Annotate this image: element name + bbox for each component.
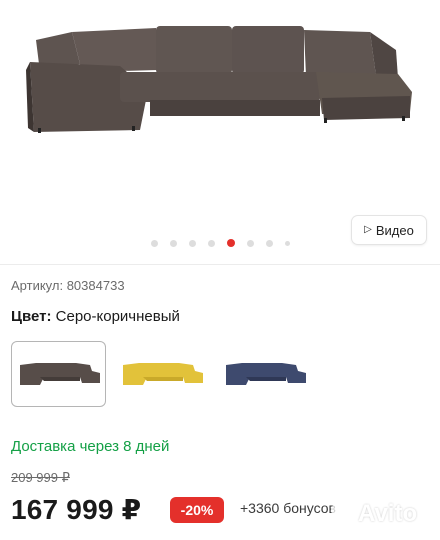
- sku-line: Артикул: 80384733: [11, 278, 125, 293]
- color-swatch-yellow[interactable]: [114, 341, 209, 407]
- pagination-dot[interactable]: [207, 239, 215, 247]
- avito-logo-icon: [331, 504, 352, 524]
- pagination-dot[interactable]: [150, 239, 158, 247]
- product-gallery[interactable]: ▷ Видео: [0, 0, 440, 262]
- pagination-dot-active[interactable]: [226, 239, 235, 247]
- current-price: 167 999 ₽: [11, 494, 142, 525]
- color-swatch-blue[interactable]: [217, 341, 312, 407]
- gallery-pagination: [0, 238, 440, 248]
- pagination-dot[interactable]: [265, 239, 273, 247]
- discount-badge: -20%: [170, 497, 224, 523]
- delivery-info: Доставка через 8 дней: [11, 438, 170, 455]
- pagination-dot[interactable]: [188, 239, 196, 247]
- color-value: Серо-коричневый: [55, 308, 180, 325]
- sofa-thumbnail: [122, 363, 203, 385]
- color-line: Цвет: Серо-коричневый: [11, 308, 180, 325]
- avito-watermark: Avito: [328, 499, 417, 529]
- old-price: 209 999 ₽: [11, 470, 70, 485]
- sku-value: 80384733: [66, 278, 125, 293]
- color-label: Цвет:: [11, 308, 52, 325]
- play-icon: ▷: [364, 224, 372, 235]
- sofa-thumbnail: [19, 363, 100, 385]
- color-swatch-grey-brown[interactable]: [11, 341, 106, 407]
- bonus-points: +3360 бонусов: [240, 500, 336, 516]
- pagination-dot[interactable]: [246, 239, 254, 247]
- sku-label: Артикул:: [11, 278, 64, 293]
- sofa-thumbnail: [225, 363, 306, 385]
- watermark-text: Avito: [358, 500, 418, 527]
- pagination-dot[interactable]: [169, 239, 177, 247]
- pagination-dot[interactable]: [284, 240, 290, 246]
- divider: [0, 264, 440, 265]
- video-button-label: Видео: [375, 222, 414, 238]
